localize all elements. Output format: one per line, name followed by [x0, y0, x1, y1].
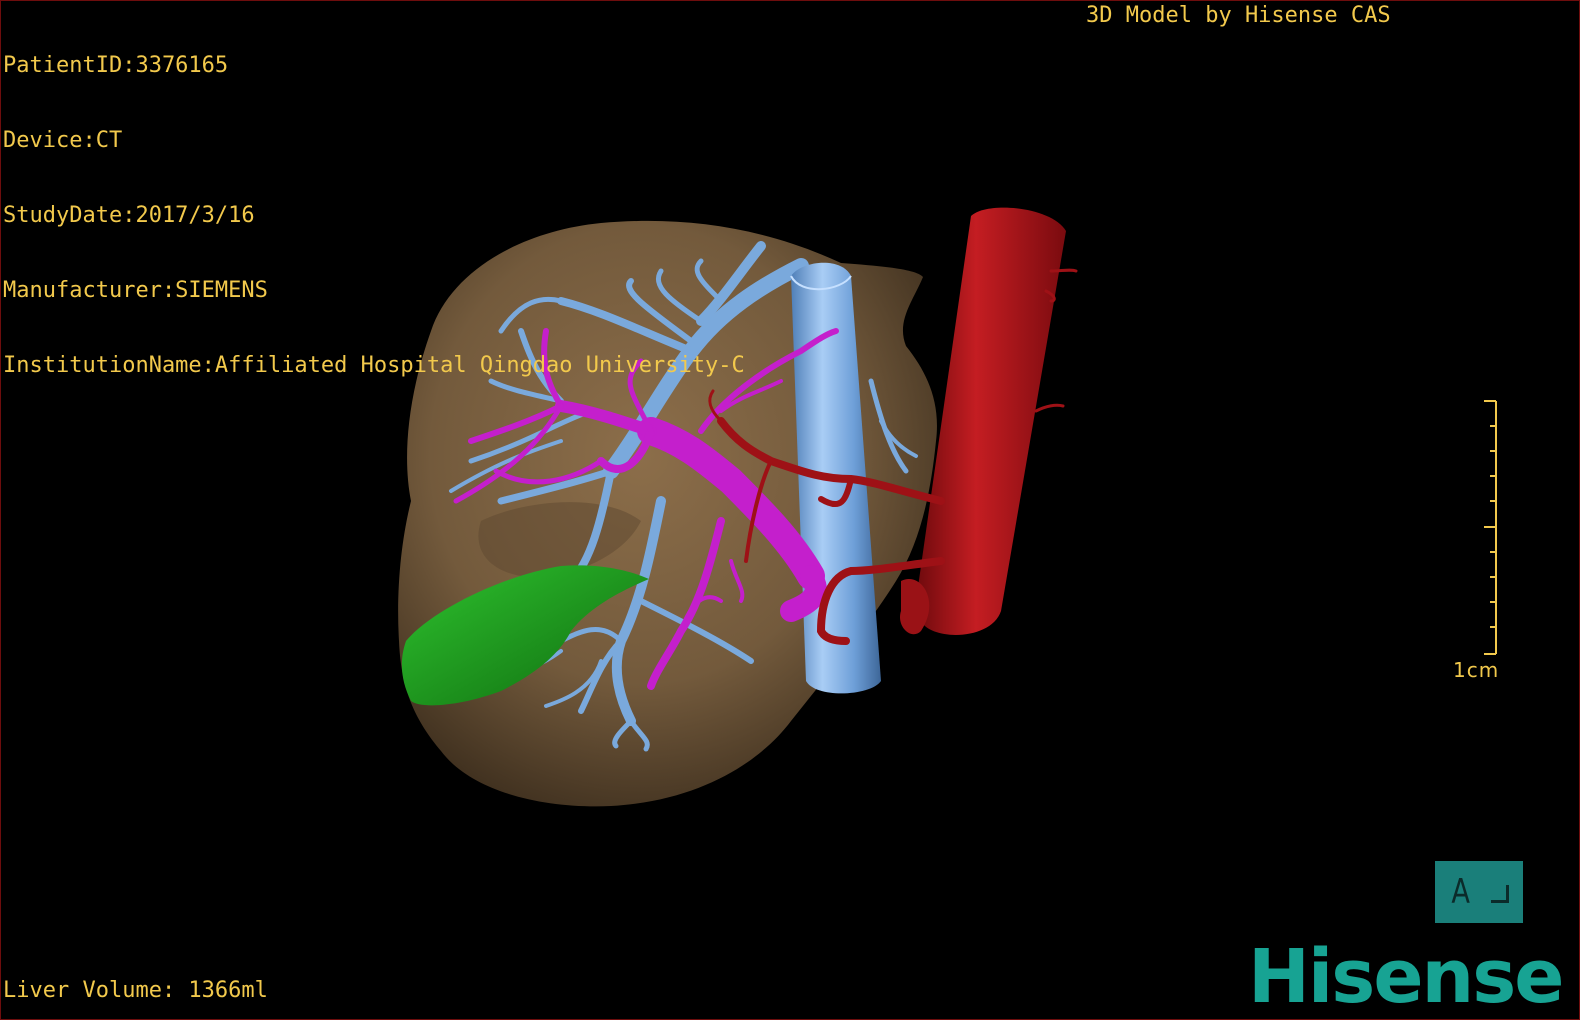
patient-id-text: PatientID:3376165: [3, 53, 229, 78]
patient-info-overlay: PatientID:3376165 Device:CT StudyDate:20…: [3, 3, 745, 428]
liver-volume-text: Liver Volume: 1366ml: [3, 978, 268, 1003]
hisense-logo: Hisense: [1248, 934, 1564, 1020]
ct-3d-viewport[interactable]: PatientID:3376165 Device:CT StudyDate:20…: [0, 0, 1580, 1020]
orientation-letter: A: [1451, 872, 1471, 912]
study-date-text: StudyDate:2017/3/16: [3, 203, 255, 228]
orientation-cube-button[interactable]: A: [1435, 861, 1523, 923]
device-text: Device:CT: [3, 128, 123, 153]
institution-text: InstitutionName:Affiliated Hospital Qing…: [3, 353, 745, 378]
model-credit-text: 3D Model by Hisense CAS: [1086, 3, 1391, 28]
scale-label: 1cm: [1453, 658, 1500, 682]
axis-corner-icon: [1490, 885, 1509, 903]
scale-bar: [1484, 400, 1497, 655]
manufacturer-text: Manufacturer:SIEMENS: [3, 278, 268, 303]
